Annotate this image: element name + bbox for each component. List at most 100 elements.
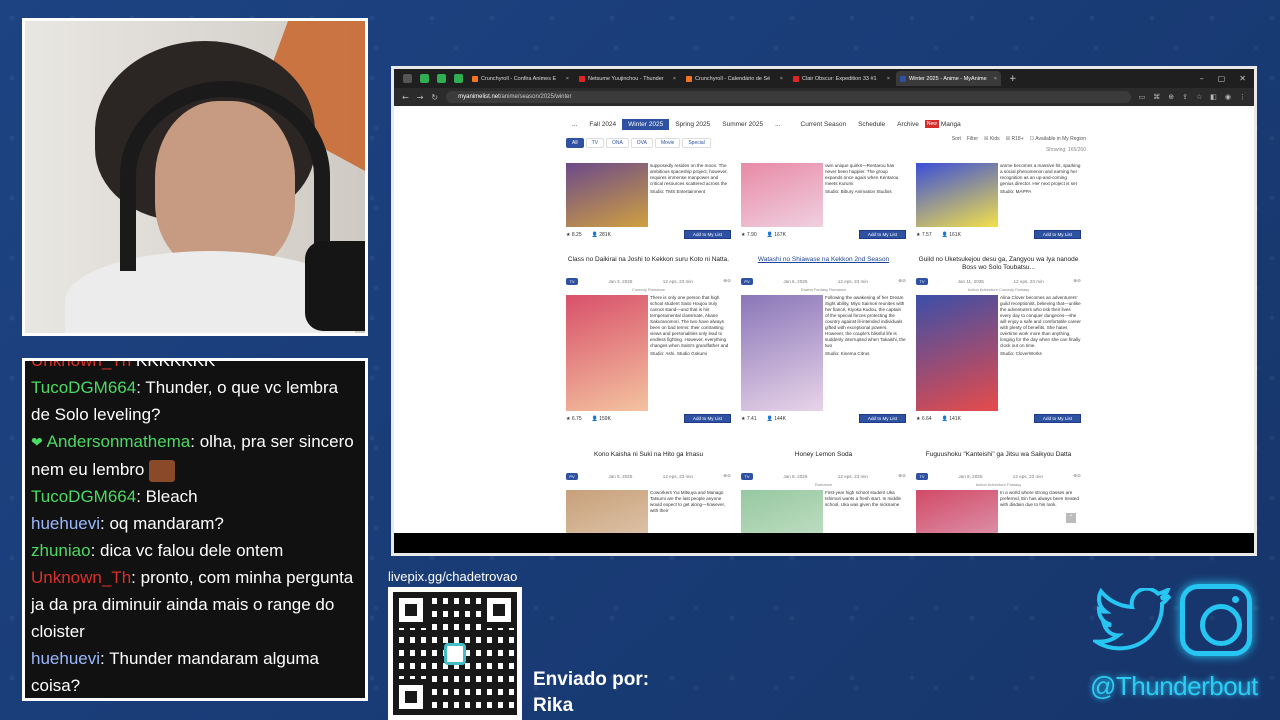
anime-title[interactable]: Class no Daikirai na Joshi to Kekkon sur… [566,256,731,274]
chat-username[interactable]: zhuniao [31,541,91,560]
type-filter-option[interactable]: Special [682,138,711,148]
close-window-icon[interactable]: ✕ [1239,74,1246,83]
bookmark-icon[interactable]: ☆ [1196,93,1202,101]
anime-poster[interactable] [741,163,823,227]
filter-dropdown[interactable]: Filter [967,136,978,142]
season-link[interactable]: Fall 2024 [583,119,622,130]
anime-title[interactable]: Fuguushoku "Kanteishi" ga Jitsu wa Saiky… [916,451,1081,469]
episode-info: 12 eps, 23 min [837,473,868,479]
manga-link[interactable]: Manga [939,119,967,130]
add-to-list-button[interactable]: Add to My List [858,414,906,423]
season-link[interactable]: Spring 2025 [669,119,716,130]
anime-poster[interactable] [741,295,823,411]
chat-username[interactable]: huehuevi [31,514,100,533]
emote-icon [149,459,176,482]
kids-checkbox[interactable]: ☒ Kids [984,136,1000,142]
anime-poster[interactable] [916,490,998,533]
zoom-icon[interactable]: ⊕ [1168,93,1174,101]
type-filter-option[interactable]: All [566,138,584,148]
anime-card: Fuguushoku "Kanteishi" ga Jitsu wa Saiky… [916,451,1081,533]
chat-username[interactable]: huehuevi [31,649,100,668]
anime-poster[interactable] [566,490,648,533]
season-link[interactable]: Winter 2025 [622,118,670,130]
anime-poster[interactable] [916,295,998,411]
anime-title[interactable]: Honey Lemon Soda [741,451,906,469]
anime-poster[interactable] [566,295,648,411]
type-filter-option[interactable]: TV [585,138,604,148]
forward-icon[interactable]: → [417,93,424,102]
chat-username[interactable]: TucoDGM664 [31,487,136,506]
add-to-list-button[interactable]: Add to My List [1033,230,1081,239]
menu-icon[interactable]: ⋮ [1239,93,1246,101]
anime-poster[interactable] [916,163,998,227]
genre-list: Action Adventure Fantasy [975,482,1022,487]
maximize-icon[interactable]: ▢ [1218,74,1226,83]
r18-checkbox[interactable]: ☒ R18+ [1006,136,1024,142]
card-actions-icon[interactable]: ⊕⊘ [1073,473,1081,479]
anime-title[interactable]: Watashi no Shiawase na Kekkon 2nd Season [741,256,906,274]
translate-icon[interactable]: ⌘ [1153,93,1160,101]
format-badge[interactable]: TV [916,277,928,285]
card-actions-icon[interactable]: ⊕⊘ [898,473,906,479]
minimize-icon[interactable]: – [1200,74,1204,83]
new-tab-icon[interactable]: + [1009,74,1017,84]
card-actions-icon[interactable]: ⊕⊘ [723,473,731,479]
format-badge[interactable]: TV [916,472,928,480]
chat-username[interactable]: Unknown_Th [31,568,131,587]
format-badge[interactable]: PV [741,277,753,285]
season-link[interactable]: Summer 2025 [716,119,769,130]
card-actions-icon[interactable]: ⊕⊘ [723,278,731,284]
tab-close-icon[interactable]: × [780,76,783,82]
anime-poster[interactable] [566,163,648,227]
reload-icon[interactable]: ↻ [431,93,438,102]
type-filter-option[interactable]: OVA [630,138,653,148]
browser-tab[interactable]: Netsume Yuujinchou - Thunder × [575,71,680,86]
sort-dropdown[interactable]: Sort [952,136,961,142]
tab-actions-icon[interactable] [403,74,412,83]
current-season-link[interactable]: Current Season [795,119,853,130]
browser-tab[interactable]: Crunchyroll - Confira Animes E × [468,71,573,86]
extension-icon[interactable] [420,74,429,83]
cast-icon[interactable]: ▭ [1139,93,1146,101]
format-badge[interactable]: TV [741,472,753,480]
schedule-link[interactable]: Schedule [852,119,891,130]
chat-username[interactable]: TucoDGM664 [31,378,136,397]
archive-link[interactable]: Archive [891,119,925,130]
card-footer: ★ 6.75 👤 159K Add to My List [566,414,731,423]
profile-icon[interactable]: ◉ [1225,93,1231,101]
anime-title[interactable]: Guild no Uketsukejou desu ga, Zangyou wa… [916,256,1081,274]
browser-tab[interactable]: Winter 2025 - Anime - MyAnime × [896,71,1001,86]
format-badge[interactable]: PV [566,472,578,480]
browser-tab[interactable]: Clair Obscur: Expedition 33 #1 × [789,71,894,86]
add-to-list-button[interactable]: Add to My List [683,230,731,239]
type-filter-option[interactable]: ONA [605,138,629,148]
tab-close-icon[interactable]: × [887,76,890,82]
tab-close-icon[interactable]: × [566,76,569,82]
share-icon[interactable]: ⇪ [1182,93,1188,101]
card-actions-icon[interactable]: ⊕⊘ [1073,278,1081,284]
members-value: 281K [599,231,611,238]
add-to-list-button[interactable]: Add to My List [858,230,906,239]
chat-username[interactable]: Unknown_Th [31,361,131,370]
season-next-more[interactable]: ... [769,119,786,130]
add-to-list-button[interactable]: Add to My List [683,414,731,423]
url-field[interactable]: myanimelist.net/anime/season/2025/winter [446,91,1131,103]
format-badge[interactable]: TV [566,277,578,285]
anime-title[interactable]: Kono Kaisha ni Suki na Hito ga Imasu [566,451,731,469]
season-prev-more[interactable]: ... [566,119,583,130]
synopsis-text: First-year high school student Uka Ishim… [825,490,902,507]
tab-close-icon[interactable]: × [673,76,676,82]
extensions-icon[interactable]: ◧ [1210,93,1217,101]
add-to-list-button[interactable]: Add to My List [1033,414,1081,423]
chat-username[interactable]: Andersonmathema [47,432,191,451]
sheets-icon-2[interactable] [454,74,463,83]
anime-poster[interactable] [741,490,823,533]
sheets-icon[interactable] [437,74,446,83]
scroll-to-top-button[interactable]: ⌃ [1066,513,1076,523]
back-icon[interactable]: ← [402,93,409,102]
tab-close-icon[interactable]: × [994,76,997,82]
region-checkbox[interactable]: ☐ Available in My Region [1030,136,1086,142]
browser-tab[interactable]: Crunchyroll - Calendário de Sé × [682,71,787,86]
type-filter-option[interactable]: Movie [655,138,681,148]
card-actions-icon[interactable]: ⊕⊘ [898,278,906,284]
